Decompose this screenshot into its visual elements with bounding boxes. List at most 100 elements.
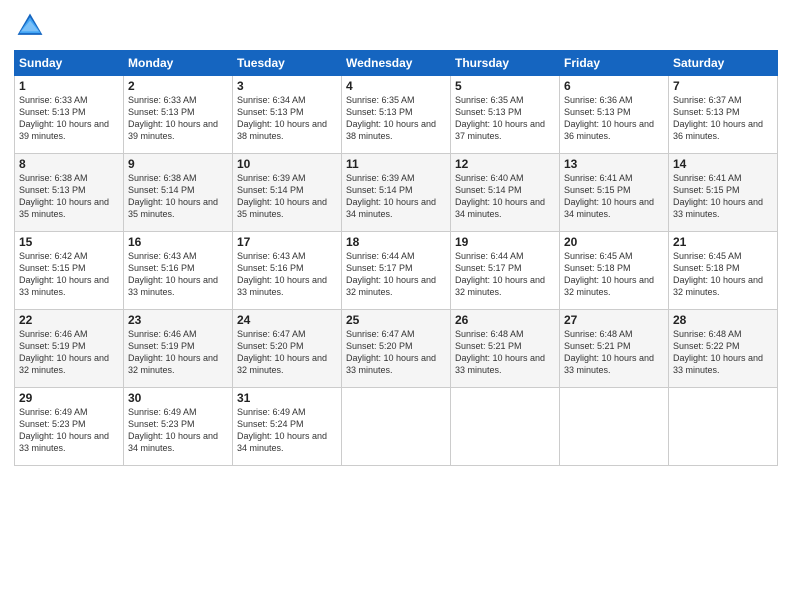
calendar-cell: 8 Sunrise: 6:38 AMSunset: 5:13 PMDayligh… xyxy=(15,154,124,232)
day-info: Sunrise: 6:49 AMSunset: 5:23 PMDaylight:… xyxy=(19,407,109,453)
day-info: Sunrise: 6:38 AMSunset: 5:14 PMDaylight:… xyxy=(128,173,218,219)
calendar-header-row: SundayMondayTuesdayWednesdayThursdayFrid… xyxy=(15,51,778,76)
calendar-cell: 23 Sunrise: 6:46 AMSunset: 5:19 PMDaylig… xyxy=(124,310,233,388)
calendar-cell: 1 Sunrise: 6:33 AMSunset: 5:13 PMDayligh… xyxy=(15,76,124,154)
day-info: Sunrise: 6:44 AMSunset: 5:17 PMDaylight:… xyxy=(346,251,436,297)
day-number: 18 xyxy=(346,235,446,249)
logo xyxy=(14,10,50,42)
calendar-cell: 21 Sunrise: 6:45 AMSunset: 5:18 PMDaylig… xyxy=(669,232,778,310)
calendar-week-row: 22 Sunrise: 6:46 AMSunset: 5:19 PMDaylig… xyxy=(15,310,778,388)
day-info: Sunrise: 6:43 AMSunset: 5:16 PMDaylight:… xyxy=(128,251,218,297)
calendar-week-row: 8 Sunrise: 6:38 AMSunset: 5:13 PMDayligh… xyxy=(15,154,778,232)
day-info: Sunrise: 6:36 AMSunset: 5:13 PMDaylight:… xyxy=(564,95,654,141)
calendar-cell xyxy=(451,388,560,466)
day-number: 15 xyxy=(19,235,119,249)
calendar-cell: 31 Sunrise: 6:49 AMSunset: 5:24 PMDaylig… xyxy=(233,388,342,466)
day-number: 11 xyxy=(346,157,446,171)
day-info: Sunrise: 6:49 AMSunset: 5:23 PMDaylight:… xyxy=(128,407,218,453)
calendar-cell: 9 Sunrise: 6:38 AMSunset: 5:14 PMDayligh… xyxy=(124,154,233,232)
day-info: Sunrise: 6:47 AMSunset: 5:20 PMDaylight:… xyxy=(346,329,436,375)
calendar-cell: 18 Sunrise: 6:44 AMSunset: 5:17 PMDaylig… xyxy=(342,232,451,310)
day-info: Sunrise: 6:39 AMSunset: 5:14 PMDaylight:… xyxy=(346,173,436,219)
day-info: Sunrise: 6:48 AMSunset: 5:21 PMDaylight:… xyxy=(564,329,654,375)
day-info: Sunrise: 6:41 AMSunset: 5:15 PMDaylight:… xyxy=(673,173,763,219)
col-header-saturday: Saturday xyxy=(669,51,778,76)
calendar-cell: 11 Sunrise: 6:39 AMSunset: 5:14 PMDaylig… xyxy=(342,154,451,232)
calendar-week-row: 15 Sunrise: 6:42 AMSunset: 5:15 PMDaylig… xyxy=(15,232,778,310)
day-number: 5 xyxy=(455,79,555,93)
calendar-cell: 27 Sunrise: 6:48 AMSunset: 5:21 PMDaylig… xyxy=(560,310,669,388)
header xyxy=(14,10,778,42)
day-info: Sunrise: 6:34 AMSunset: 5:13 PMDaylight:… xyxy=(237,95,327,141)
day-info: Sunrise: 6:38 AMSunset: 5:13 PMDaylight:… xyxy=(19,173,109,219)
day-number: 27 xyxy=(564,313,664,327)
day-number: 14 xyxy=(673,157,773,171)
calendar-week-row: 1 Sunrise: 6:33 AMSunset: 5:13 PMDayligh… xyxy=(15,76,778,154)
calendar-cell: 6 Sunrise: 6:36 AMSunset: 5:13 PMDayligh… xyxy=(560,76,669,154)
day-info: Sunrise: 6:41 AMSunset: 5:15 PMDaylight:… xyxy=(564,173,654,219)
calendar-cell: 28 Sunrise: 6:48 AMSunset: 5:22 PMDaylig… xyxy=(669,310,778,388)
day-number: 22 xyxy=(19,313,119,327)
calendar-cell: 3 Sunrise: 6:34 AMSunset: 5:13 PMDayligh… xyxy=(233,76,342,154)
day-number: 21 xyxy=(673,235,773,249)
calendar-cell: 20 Sunrise: 6:45 AMSunset: 5:18 PMDaylig… xyxy=(560,232,669,310)
day-number: 26 xyxy=(455,313,555,327)
day-number: 9 xyxy=(128,157,228,171)
calendar-cell: 2 Sunrise: 6:33 AMSunset: 5:13 PMDayligh… xyxy=(124,76,233,154)
day-number: 30 xyxy=(128,391,228,405)
calendar-cell: 12 Sunrise: 6:40 AMSunset: 5:14 PMDaylig… xyxy=(451,154,560,232)
day-info: Sunrise: 6:40 AMSunset: 5:14 PMDaylight:… xyxy=(455,173,545,219)
day-info: Sunrise: 6:35 AMSunset: 5:13 PMDaylight:… xyxy=(346,95,436,141)
day-info: Sunrise: 6:33 AMSunset: 5:13 PMDaylight:… xyxy=(19,95,109,141)
calendar-cell: 25 Sunrise: 6:47 AMSunset: 5:20 PMDaylig… xyxy=(342,310,451,388)
day-info: Sunrise: 6:44 AMSunset: 5:17 PMDaylight:… xyxy=(455,251,545,297)
calendar-cell xyxy=(560,388,669,466)
day-number: 13 xyxy=(564,157,664,171)
day-number: 28 xyxy=(673,313,773,327)
day-number: 8 xyxy=(19,157,119,171)
calendar-cell xyxy=(342,388,451,466)
calendar-cell: 5 Sunrise: 6:35 AMSunset: 5:13 PMDayligh… xyxy=(451,76,560,154)
col-header-monday: Monday xyxy=(124,51,233,76)
col-header-friday: Friday xyxy=(560,51,669,76)
day-number: 16 xyxy=(128,235,228,249)
col-header-sunday: Sunday xyxy=(15,51,124,76)
calendar-cell: 26 Sunrise: 6:48 AMSunset: 5:21 PMDaylig… xyxy=(451,310,560,388)
day-number: 10 xyxy=(237,157,337,171)
day-info: Sunrise: 6:46 AMSunset: 5:19 PMDaylight:… xyxy=(128,329,218,375)
day-number: 19 xyxy=(455,235,555,249)
calendar-cell: 13 Sunrise: 6:41 AMSunset: 5:15 PMDaylig… xyxy=(560,154,669,232)
logo-icon xyxy=(14,10,46,42)
col-header-thursday: Thursday xyxy=(451,51,560,76)
calendar-cell: 22 Sunrise: 6:46 AMSunset: 5:19 PMDaylig… xyxy=(15,310,124,388)
day-info: Sunrise: 6:45 AMSunset: 5:18 PMDaylight:… xyxy=(564,251,654,297)
calendar-cell: 17 Sunrise: 6:43 AMSunset: 5:16 PMDaylig… xyxy=(233,232,342,310)
day-info: Sunrise: 6:35 AMSunset: 5:13 PMDaylight:… xyxy=(455,95,545,141)
day-number: 12 xyxy=(455,157,555,171)
day-number: 23 xyxy=(128,313,228,327)
day-number: 20 xyxy=(564,235,664,249)
calendar-cell: 19 Sunrise: 6:44 AMSunset: 5:17 PMDaylig… xyxy=(451,232,560,310)
day-info: Sunrise: 6:42 AMSunset: 5:15 PMDaylight:… xyxy=(19,251,109,297)
col-header-wednesday: Wednesday xyxy=(342,51,451,76)
day-info: Sunrise: 6:46 AMSunset: 5:19 PMDaylight:… xyxy=(19,329,109,375)
calendar-cell: 30 Sunrise: 6:49 AMSunset: 5:23 PMDaylig… xyxy=(124,388,233,466)
day-number: 4 xyxy=(346,79,446,93)
day-number: 3 xyxy=(237,79,337,93)
day-number: 7 xyxy=(673,79,773,93)
calendar-cell xyxy=(669,388,778,466)
calendar-cell: 24 Sunrise: 6:47 AMSunset: 5:20 PMDaylig… xyxy=(233,310,342,388)
day-info: Sunrise: 6:48 AMSunset: 5:21 PMDaylight:… xyxy=(455,329,545,375)
day-number: 29 xyxy=(19,391,119,405)
day-number: 24 xyxy=(237,313,337,327)
day-info: Sunrise: 6:45 AMSunset: 5:18 PMDaylight:… xyxy=(673,251,763,297)
calendar-table: SundayMondayTuesdayWednesdayThursdayFrid… xyxy=(14,50,778,466)
day-info: Sunrise: 6:48 AMSunset: 5:22 PMDaylight:… xyxy=(673,329,763,375)
day-info: Sunrise: 6:33 AMSunset: 5:13 PMDaylight:… xyxy=(128,95,218,141)
calendar-cell: 4 Sunrise: 6:35 AMSunset: 5:13 PMDayligh… xyxy=(342,76,451,154)
day-number: 31 xyxy=(237,391,337,405)
day-info: Sunrise: 6:37 AMSunset: 5:13 PMDaylight:… xyxy=(673,95,763,141)
day-number: 25 xyxy=(346,313,446,327)
day-info: Sunrise: 6:43 AMSunset: 5:16 PMDaylight:… xyxy=(237,251,327,297)
day-number: 1 xyxy=(19,79,119,93)
